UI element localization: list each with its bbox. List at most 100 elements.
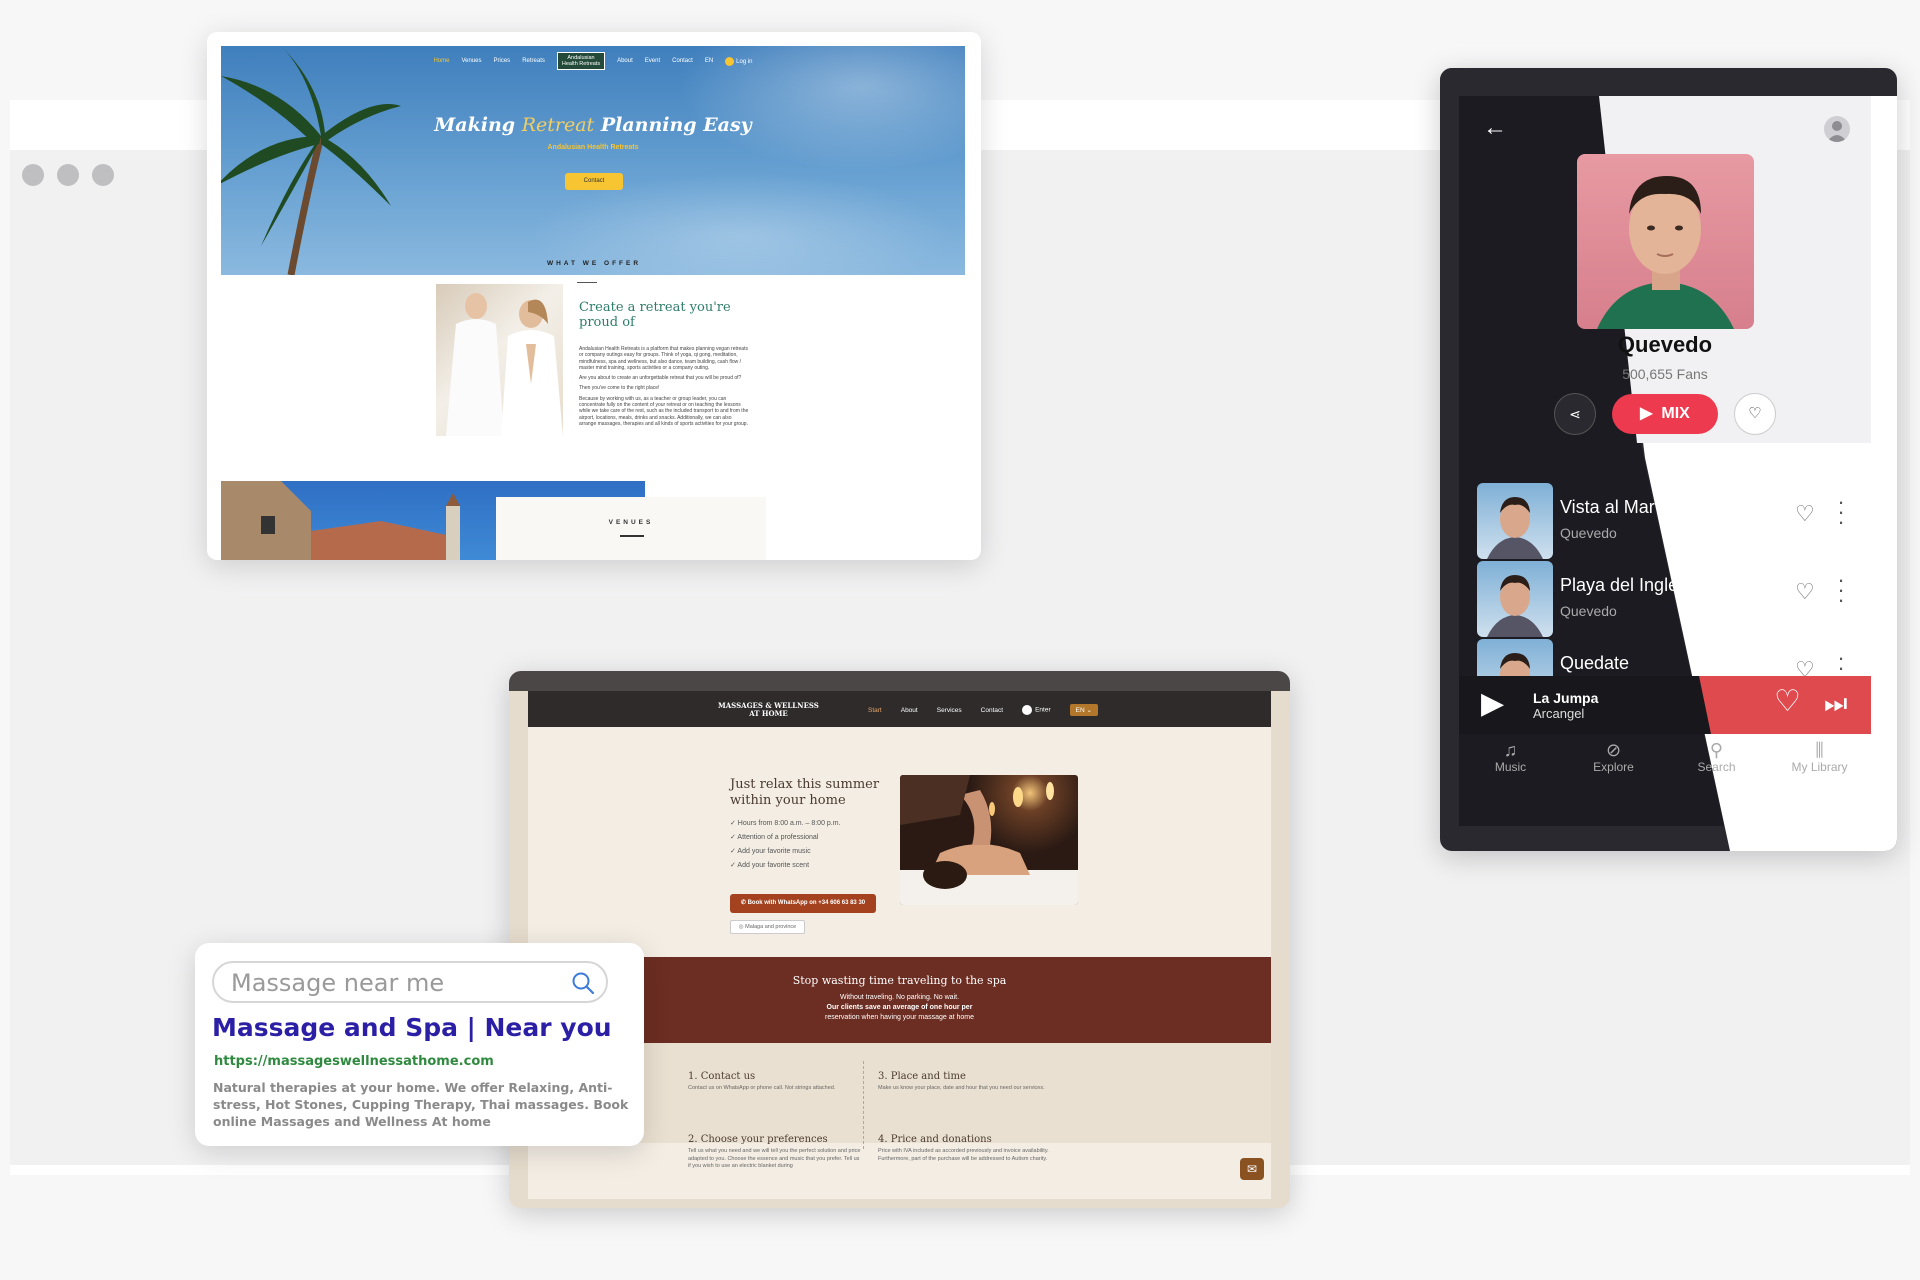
login-label: Log in: [736, 58, 753, 65]
venues-card: [496, 497, 766, 560]
step-text: Tell us what you need and we will tell y…: [688, 1148, 861, 1169]
massage-nav: MASSAGES & WELLNESS AT HOME Start About S…: [528, 691, 1271, 727]
search-icon[interactable]: [571, 971, 595, 995]
more-options-icon[interactable]: · · ·: [1836, 569, 1846, 611]
tab-my-library[interactable]: ⫼ My Library: [1768, 734, 1871, 794]
tab-label: Search: [1697, 760, 1736, 774]
contact-button[interactable]: Contact: [565, 173, 623, 190]
more-options-icon[interactable]: · ·: [1836, 647, 1846, 677]
step-title: 2. Choose your preferences: [688, 1134, 828, 1145]
heart-icon[interactable]: ♡: [1795, 657, 1815, 676]
nav-venues[interactable]: Venues: [461, 58, 481, 64]
mix-button[interactable]: ▶ MIX: [1612, 394, 1718, 434]
step-card: 3. Place and time Make us know your place…: [878, 1071, 1053, 1093]
tab-label: My Library: [1791, 760, 1848, 774]
tab-explore[interactable]: ⊘ Explore: [1562, 734, 1665, 794]
step-title: 4. Price and donations: [878, 1134, 992, 1145]
result-title-link[interactable]: Massage and Spa | Near you: [212, 1013, 612, 1042]
back-arrow-icon[interactable]: ←: [1483, 114, 1507, 142]
nav-login[interactable]: Log in: [725, 56, 753, 66]
play-icon[interactable]: ▶: [1481, 689, 1504, 719]
massage-logo[interactable]: MASSAGES & WELLNESS AT HOME: [718, 702, 819, 718]
massage-photo: [900, 775, 1078, 905]
hero-subtitle: Andalusian Health Retreats: [547, 144, 639, 151]
now-playing-bar[interactable]: ▶ La Jumpa Arcangel ♡ ⏭: [1459, 676, 1871, 734]
track-row[interactable]: Playa del Inglés Quevedo ♡ · · ·: [1477, 561, 1857, 639]
pin-icon: ◎: [738, 924, 744, 930]
divider: [863, 1061, 864, 1149]
yoga-women-image: [436, 284, 563, 436]
artist-photo: [1577, 154, 1754, 329]
hero-banner: Home Venues Prices Retreats Andalusian He…: [221, 46, 965, 275]
nav-event[interactable]: Event: [645, 58, 660, 64]
whatsapp-booking-button[interactable]: ✆ Book with WhatsApp on +34 606 63 83 30: [730, 894, 876, 913]
now-playing-artist: Arcangel: [1533, 706, 1585, 721]
track-row[interactable]: Vista al Mar Quevedo ♡ · · ·: [1477, 483, 1857, 561]
language-select[interactable]: EN ⌄: [1069, 704, 1098, 716]
search-result-card: Massage and Spa | Near you https://massa…: [195, 943, 644, 1146]
nav-prices[interactable]: Prices: [494, 58, 511, 64]
track-row[interactable]: Quedate ♡ · ·: [1477, 639, 1857, 676]
nav-about[interactable]: About: [617, 58, 633, 64]
more-options-icon[interactable]: · · ·: [1836, 491, 1846, 533]
location-tag: ◎ Malaga and province: [730, 920, 805, 934]
favorite-button[interactable]: ♡: [1734, 393, 1776, 435]
music-app-screen: ← Quevedo 500,655 Fans ⋖ ▶ MIX ♡ Vista a…: [1459, 96, 1871, 826]
nav-language[interactable]: EN: [705, 58, 713, 64]
chevron-down-icon: ⌄: [1086, 707, 1092, 714]
feature-checklist: ✓ Hours from 8:00 a.m. – 8:00 p.m. ✓ Att…: [730, 817, 841, 873]
music-app-preview: ← Quevedo 500,655 Fans ⋖ ▶ MIX ♡ Vista a…: [1440, 68, 1897, 851]
fan-count: 500,655 Fans: [1622, 366, 1708, 382]
track-title: Vista al Mar: [1560, 497, 1655, 517]
chat-icon[interactable]: ✉: [1240, 1158, 1264, 1180]
nav-home[interactable]: Home: [433, 58, 449, 64]
nav-retreats[interactable]: Retreats: [522, 58, 545, 64]
hero-headline: Just relax this summer within your home: [730, 777, 880, 808]
brand-bottom: AT HOME: [749, 709, 788, 718]
mix-label: MIX: [1661, 405, 1690, 422]
section-body: Andalusian Health Retreats is a platform…: [579, 346, 749, 431]
retreat-nav: Home Venues Prices Retreats Andalusian He…: [221, 52, 965, 70]
skip-next-icon[interactable]: ⏭: [1824, 690, 1847, 716]
nav-contact[interactable]: Contact: [981, 707, 1003, 714]
nav-enter[interactable]: Enter: [1022, 705, 1051, 715]
section-heading: Create a retreat you're proud of: [579, 300, 731, 330]
retreat-logo[interactable]: Andalusian Health Retreats: [556, 52, 606, 70]
now-playing-title: La Jumpa: [1533, 690, 1599, 706]
heart-icon[interactable]: ♡: [1795, 501, 1815, 527]
heart-icon[interactable]: ♡: [1774, 687, 1801, 717]
result-url[interactable]: https://massageswellnessathome.com: [214, 1054, 494, 1069]
search-input[interactable]: [231, 970, 561, 996]
hero-title-highlight: Retreat: [521, 114, 595, 136]
track-thumbnail: [1477, 483, 1553, 559]
track-title: Playa del Inglés: [1560, 575, 1688, 595]
library-icon: ⫼: [1815, 740, 1824, 760]
tab-label: Explore: [1593, 760, 1634, 774]
play-icon: ▶: [1640, 405, 1653, 422]
nav-about[interactable]: About: [901, 707, 918, 714]
music-note-icon: ♫: [1503, 740, 1518, 760]
share-button[interactable]: ⋖: [1554, 393, 1596, 435]
nav-contact[interactable]: Contact: [672, 58, 693, 64]
track-thumbnail: [1477, 561, 1553, 637]
tab-music[interactable]: ♫ Music: [1459, 734, 1562, 794]
location-label: Malaga and province: [745, 924, 797, 930]
whatsapp-label: Book with WhatsApp on +34 606 63 83 30: [747, 900, 866, 906]
user-icon: [1022, 705, 1033, 715]
avatar[interactable]: [1824, 116, 1850, 142]
divider: [577, 282, 597, 283]
hero-title: Making Retreat Planning Easy: [221, 114, 965, 136]
track-thumbnail: [1477, 639, 1553, 676]
tab-search[interactable]: ⚲ Search: [1665, 734, 1768, 794]
nav-start[interactable]: Start: [868, 707, 882, 714]
nav-services[interactable]: Services: [937, 707, 962, 714]
track-artist: Quevedo: [1560, 603, 1617, 619]
step-card: 4. Price and donations Price with IVA inc…: [878, 1134, 1053, 1163]
paragraph: Are you about to create an unforgettable…: [579, 375, 742, 382]
venues-label: VENUES: [608, 519, 654, 526]
window-dot-icon: [57, 164, 79, 186]
heart-icon: ♡: [1748, 405, 1762, 422]
heart-icon[interactable]: ♡: [1795, 579, 1815, 605]
list-item: ✓ Add your favorite scent: [730, 862, 810, 869]
search-bar[interactable]: [212, 961, 608, 1003]
